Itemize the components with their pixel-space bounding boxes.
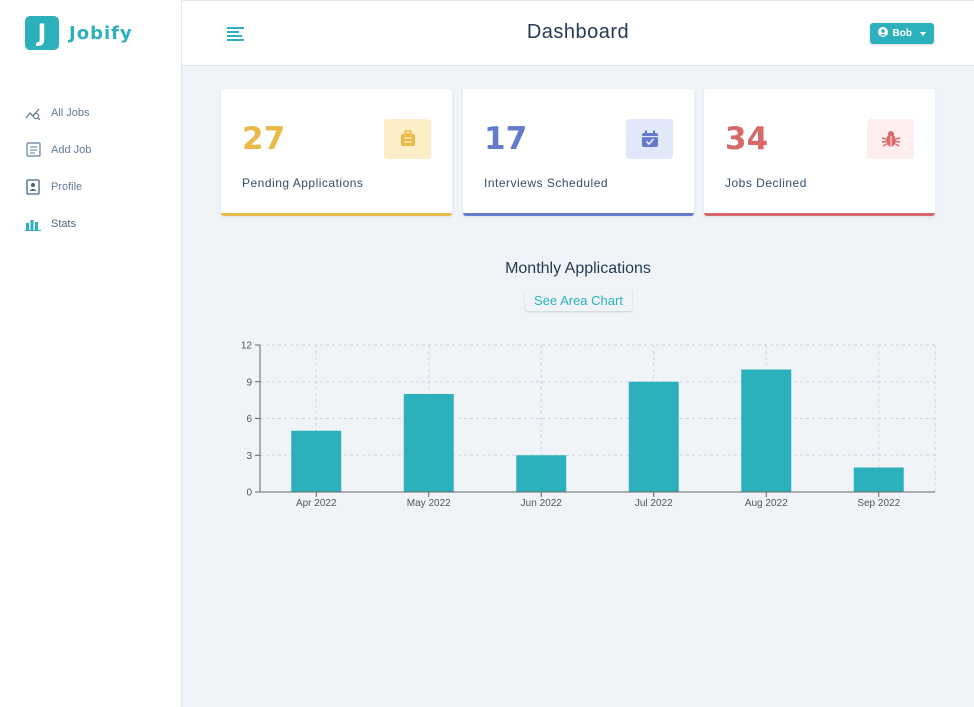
sidebar-item-add-job[interactable]: Add Job xyxy=(25,131,91,168)
bar xyxy=(741,369,792,492)
bug-icon xyxy=(867,119,914,159)
stat-label: Interviews Scheduled xyxy=(484,176,609,190)
user-name: Bob xyxy=(892,28,912,39)
stats-icon xyxy=(25,216,41,232)
stat-count: 17 xyxy=(484,121,528,157)
bar xyxy=(291,430,342,492)
sidebar: J Jobify All Jobs Add Job Profile Stats xyxy=(0,0,182,707)
x-tick-label: Apr 2022 xyxy=(296,498,337,509)
x-tick-label: Aug 2022 xyxy=(745,498,788,509)
stat-card-declined: 34 Jobs Declined xyxy=(704,89,935,216)
sidebar-item-stats[interactable]: Stats xyxy=(25,205,91,242)
stat-label: Jobs Declined xyxy=(725,176,807,190)
stat-card-interviews: 17 Interviews Scheduled xyxy=(463,89,694,216)
see-area-chart-button[interactable]: See Area Chart xyxy=(525,289,632,311)
stat-bottom-bar xyxy=(463,213,694,216)
stat-count: 34 xyxy=(725,121,769,157)
x-tick-label: Jul 2022 xyxy=(635,498,673,509)
sidebar-item-all-jobs[interactable]: All Jobs xyxy=(25,94,91,131)
logo[interactable]: J Jobify xyxy=(25,16,133,50)
x-tick-label: Sep 2022 xyxy=(857,498,900,509)
bar xyxy=(628,381,679,492)
bar xyxy=(516,455,567,492)
y-tick-label: 9 xyxy=(246,377,252,388)
user-menu-button[interactable]: Bob xyxy=(869,23,934,44)
stat-label: Pending Applications xyxy=(242,176,364,190)
y-tick-label: 3 xyxy=(246,451,252,462)
bar xyxy=(853,467,904,492)
sidebar-nav: All Jobs Add Job Profile Stats xyxy=(25,94,91,242)
chart-title: Monthly Applications xyxy=(505,260,651,277)
sidebar-item-label: Add Job xyxy=(51,143,92,156)
y-tick-label: 0 xyxy=(246,488,252,499)
logo-text: Jobify xyxy=(69,22,133,44)
stat-card-pending: 27 Pending Applications xyxy=(221,89,452,216)
bar xyxy=(403,394,454,492)
sidebar-item-label: Stats xyxy=(51,217,77,230)
stat-bottom-bar xyxy=(704,213,935,216)
form-icon xyxy=(25,142,41,158)
logo-mark: J xyxy=(25,16,59,50)
x-tick-label: May 2022 xyxy=(407,498,451,509)
page-title: Dashboard xyxy=(526,21,630,43)
stat-count: 27 xyxy=(242,121,286,157)
y-tick-label: 12 xyxy=(241,341,253,352)
caret-down-icon xyxy=(920,31,926,36)
top-navbar: Dashboard Bob xyxy=(182,0,974,66)
monthly-applications-bar-chart: 0 3 6 9 12 Apr 2022 May 2022 Jun 2022 Jul 2022 Au… xyxy=(241,341,936,509)
y-tick-label: 6 xyxy=(246,414,252,425)
sidebar-item-label: Profile xyxy=(51,180,83,193)
sidebar-item-label: All Jobs xyxy=(51,106,90,119)
sidebar-item-profile[interactable]: Profile xyxy=(25,168,91,205)
user-circle-icon xyxy=(877,27,888,40)
calendar-check-icon xyxy=(626,119,673,159)
id-card-icon xyxy=(25,178,41,195)
stat-bottom-bar xyxy=(221,213,452,216)
chart-line-icon xyxy=(25,105,41,121)
x-tick-label: Jun 2022 xyxy=(521,498,563,509)
suitcase-icon xyxy=(384,119,431,159)
